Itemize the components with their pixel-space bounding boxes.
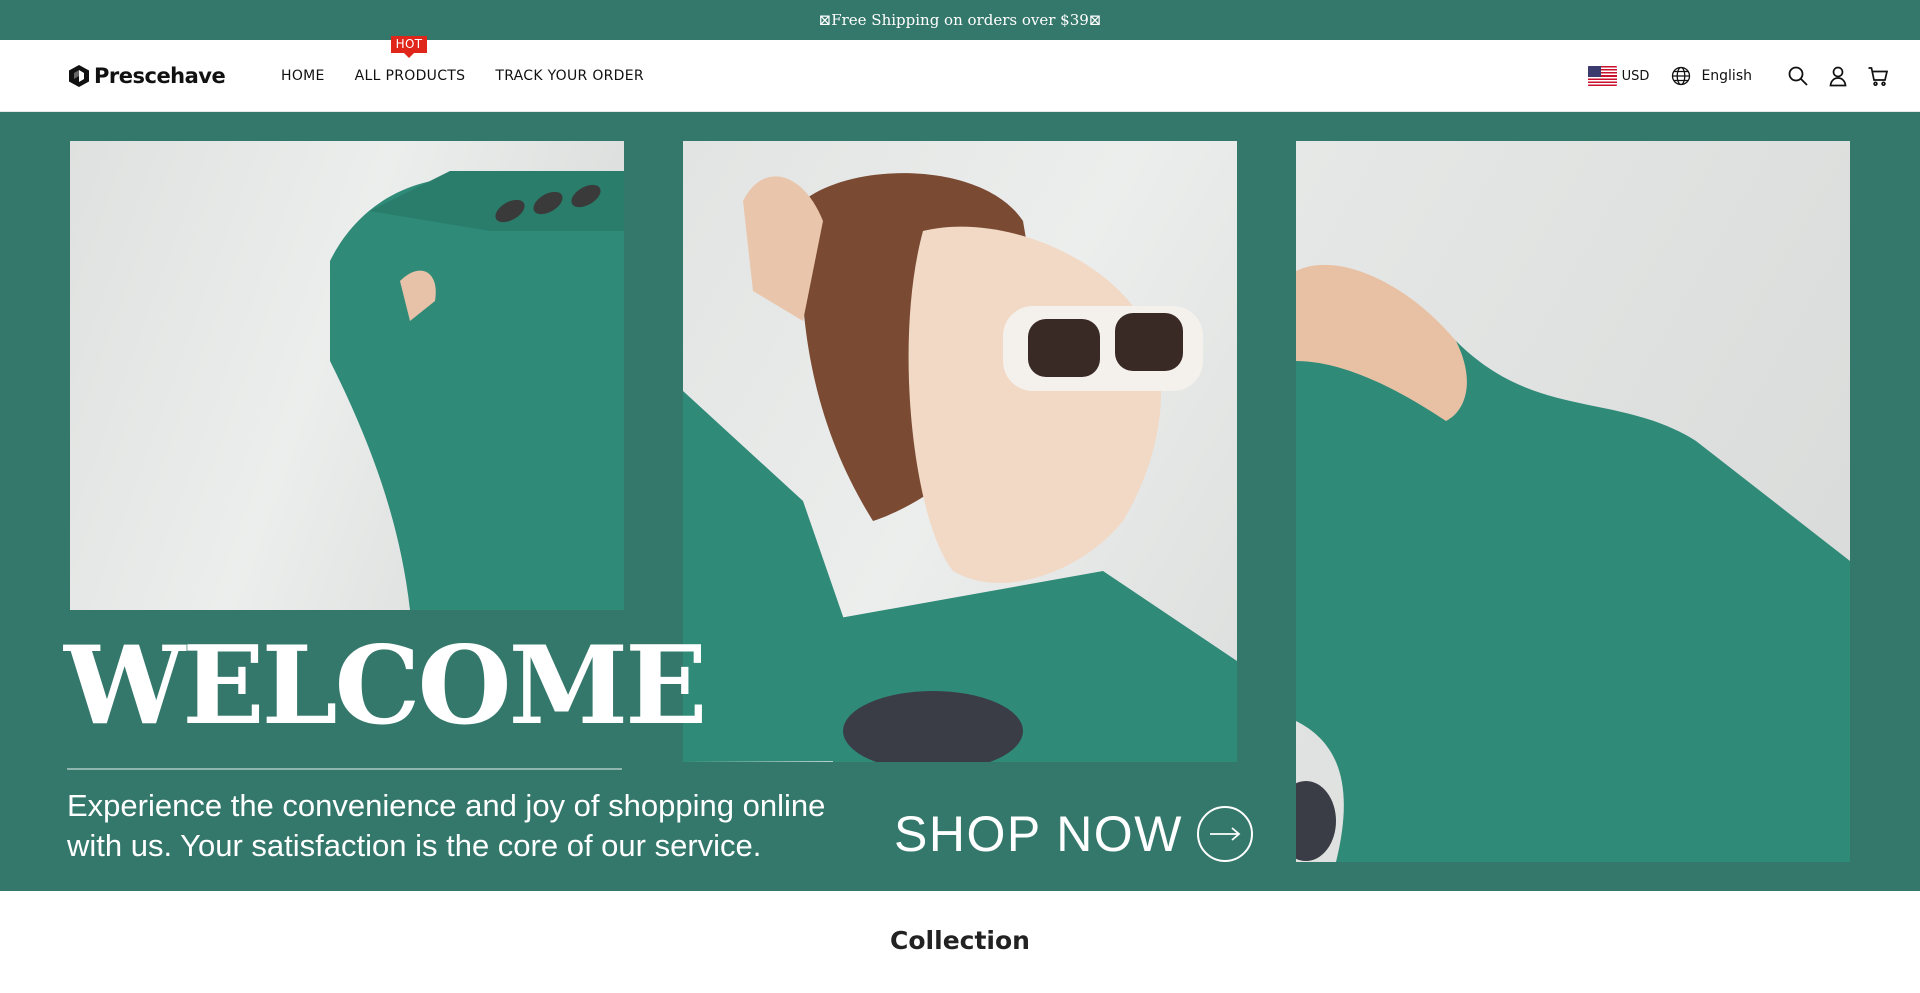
hero-banner[interactable]: WELCOME Experience the convenience and j… <box>0 112 1920 891</box>
hot-badge: HOT <box>390 36 428 58</box>
model-illustration <box>683 173 1237 762</box>
site-logo[interactable]: Prescehave <box>68 62 226 90</box>
hero-photo-sleeve <box>70 141 624 610</box>
cart-button[interactable] <box>1866 64 1890 88</box>
search-button[interactable] <box>1786 64 1810 88</box>
shop-now-label: SHOP NOW <box>894 806 1183 862</box>
main-nav: HOME ALL PRODUCTS HOT TRACK YOUR ORDER <box>281 36 674 112</box>
hero-photo-model <box>683 141 1237 762</box>
logo-text: Prescehave <box>94 64 226 88</box>
language-selector[interactable]: English <box>1671 66 1752 86</box>
currency-selector[interactable]: USD <box>1587 66 1650 86</box>
header-actions: USD English <box>1587 40 1890 112</box>
search-icon <box>1788 66 1808 86</box>
nav-all-products-label: ALL PRODUCTS <box>354 68 466 84</box>
hero-divider <box>67 768 622 770</box>
currency-label: USD <box>1621 68 1650 84</box>
nav-track-order[interactable]: TRACK YOUR ORDER <box>495 68 644 84</box>
hero-tagline: Experience the convenience and joy of sh… <box>67 788 826 863</box>
hero-photo-arm <box>1296 141 1850 862</box>
announcement-bar: ⊠Free Shipping on orders over $39⊠ <box>0 0 1920 40</box>
arm-illustration <box>1296 264 1850 862</box>
sleeve-illustration <box>330 171 624 610</box>
cart-icon <box>1868 67 1889 87</box>
account-icon <box>1829 66 1847 87</box>
nav-all-products[interactable]: ALL PRODUCTS HOT <box>354 36 466 84</box>
shop-now-button[interactable]: SHOP NOW <box>894 805 1253 863</box>
announcement-text: ⊠Free Shipping on orders over $39⊠ <box>818 11 1102 29</box>
language-label: English <box>1701 68 1752 84</box>
site-header: Prescehave HOME ALL PRODUCTS HOT TRACK Y… <box>0 36 1920 112</box>
us-flag-icon <box>1587 66 1617 86</box>
hero-headline: WELCOME <box>64 623 707 749</box>
globe-icon <box>1672 66 1691 86</box>
arrow-right-icon <box>1196 806 1253 862</box>
account-button[interactable] <box>1826 64 1850 88</box>
nav-home[interactable]: HOME <box>281 68 325 84</box>
collection-heading: Collection <box>890 926 1030 955</box>
logo-mark-icon <box>69 65 89 87</box>
